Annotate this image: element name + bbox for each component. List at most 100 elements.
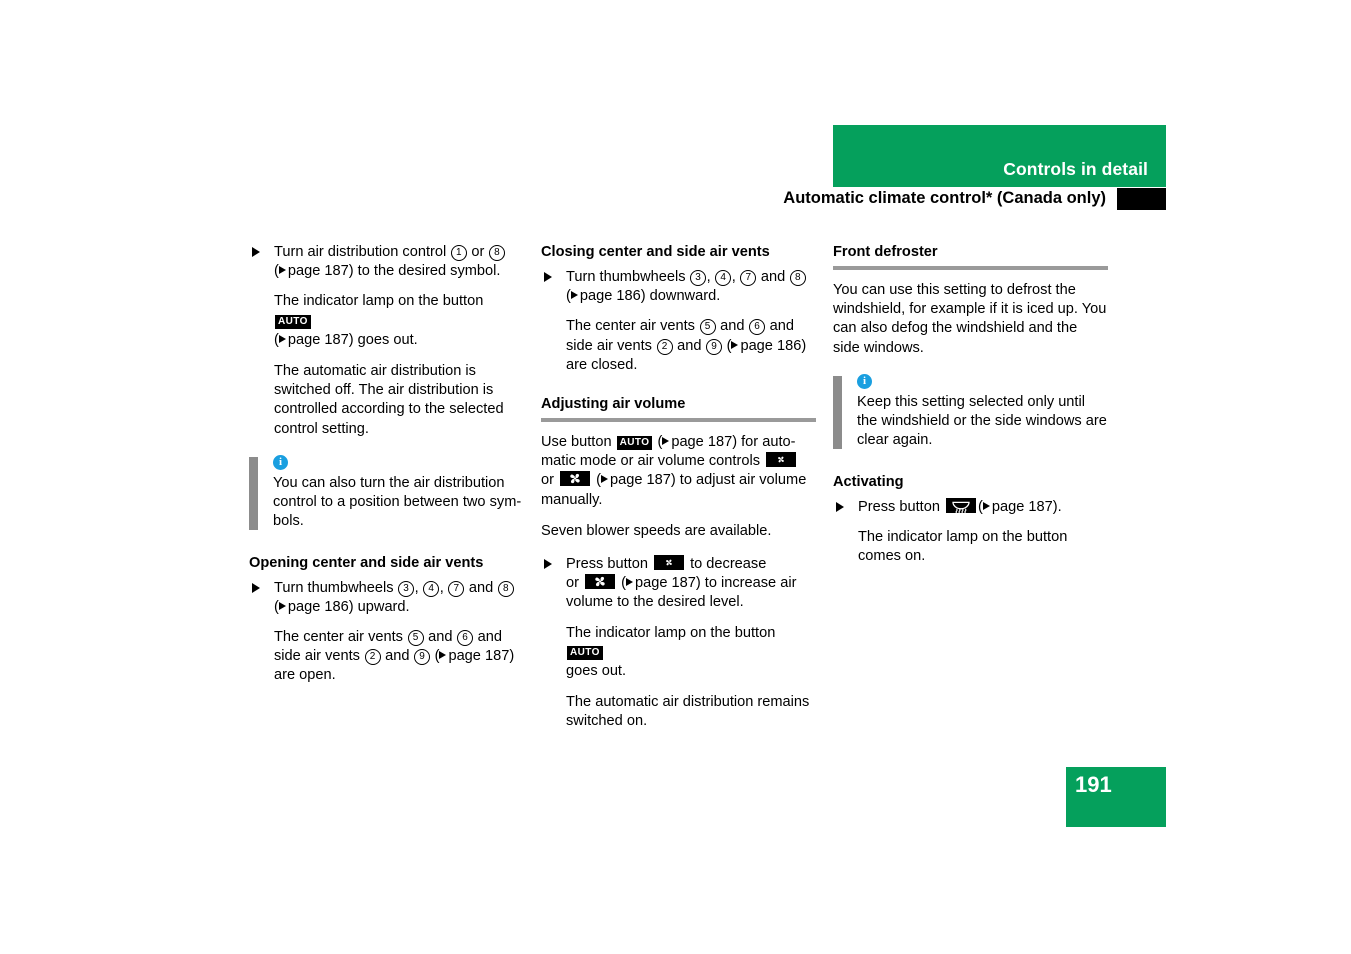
triangle-right-icon bbox=[570, 291, 578, 300]
triangle-bullet-icon bbox=[252, 247, 260, 257]
heading-opening-vents: Opening center and side air vents bbox=[249, 554, 484, 571]
small-fan-icon bbox=[654, 555, 684, 571]
page-reference: page 187 bbox=[287, 331, 349, 348]
heading-front-defroster: Front defroster bbox=[833, 243, 1108, 270]
step-text-a: Turn thumbwheels bbox=[566, 269, 686, 285]
circled-number: 2 bbox=[364, 649, 381, 666]
circled-number: 2 bbox=[656, 338, 673, 355]
para-use-auto-button: Use button AUTO (page 187) for auto-mati… bbox=[541, 434, 807, 508]
page-reference: page 187 bbox=[991, 498, 1053, 515]
step-turn-air-distribution-control: Turn air distribution control 1 or 8 (pa… bbox=[249, 243, 524, 281]
para-text-a: Use button bbox=[541, 434, 612, 451]
large-fan-icon bbox=[560, 471, 591, 487]
column-2: Closing center and side air vents Turn t… bbox=[541, 243, 816, 732]
circled-number: 4 bbox=[423, 580, 440, 597]
chapter-banner-label: Controls in detail bbox=[1003, 159, 1148, 179]
result-lamp-comes-on: The indicator lamp on the button comes o… bbox=[858, 528, 1068, 565]
result-and-1: and bbox=[428, 629, 453, 646]
result-text-a: The center air vents bbox=[274, 629, 403, 646]
info-text: You can also turn the air distribution c… bbox=[273, 475, 522, 530]
triangle-bullet-icon bbox=[252, 582, 260, 593]
circled-number: 3 bbox=[398, 580, 415, 597]
result-and-2: and bbox=[677, 337, 702, 354]
page-reference: page 187 bbox=[448, 648, 510, 665]
windshield-defroster-icon bbox=[946, 497, 976, 513]
page-reference: page 186 bbox=[579, 288, 641, 305]
circled-number: 7 bbox=[740, 270, 757, 286]
info-bar bbox=[833, 375, 842, 449]
step-turn-thumbwheels-upward: Turn thumbwheels 3, 4, 7 and 8 (page 186… bbox=[249, 579, 524, 617]
circled-number: 8 bbox=[497, 580, 514, 597]
result-and-1: and bbox=[720, 318, 745, 335]
result-text-b: goes out. bbox=[357, 331, 418, 348]
chapter-banner: Controls in detail bbox=[833, 125, 1166, 187]
info-text: Keep this setting selected only until th… bbox=[857, 394, 1107, 449]
step-text-a: Press button bbox=[566, 556, 648, 573]
result-and-2: and bbox=[385, 648, 410, 665]
step-or: or bbox=[471, 244, 485, 260]
page-reference: page 187 bbox=[287, 263, 349, 280]
step-text-c: or bbox=[566, 575, 579, 592]
step-text-a: Press button bbox=[858, 498, 940, 515]
info-icon: i bbox=[273, 454, 288, 470]
para-blower-speeds: Seven blower speeds are available. bbox=[541, 522, 772, 539]
para-text-c: or bbox=[541, 472, 554, 489]
step-text-a: Turn air distribution control bbox=[274, 244, 447, 260]
info-bar bbox=[249, 456, 258, 530]
thumb-index-tab bbox=[1117, 188, 1166, 210]
triangle-right-icon bbox=[278, 266, 286, 275]
heading-activating: Activating bbox=[833, 473, 904, 490]
manual-page: Controls in detail Automatic climate con… bbox=[0, 0, 1351, 954]
para-defroster-description: You can use this setting to defrost the … bbox=[833, 282, 1107, 356]
info-note-defroster: i Keep this setting selected only until … bbox=[833, 373, 1108, 451]
step-and: and bbox=[468, 579, 494, 596]
step-text-a: Turn thumbwheels bbox=[274, 579, 394, 596]
result-auto-distribution-remains-on: The automatic air distribution remains s… bbox=[566, 694, 810, 730]
result-auto-distribution-off: The automatic air distribution is switch… bbox=[274, 363, 504, 437]
step-text-b: to the desired symbol. bbox=[357, 263, 501, 280]
page-number: 191 bbox=[1075, 772, 1112, 797]
page-number-box: 191 bbox=[1066, 767, 1166, 827]
large-fan-icon bbox=[585, 574, 616, 590]
triangle-right-icon bbox=[439, 651, 447, 660]
triangle-right-icon bbox=[662, 437, 670, 446]
info-note-air-distribution: i You can also turn the air distribution… bbox=[249, 454, 524, 532]
step-press-blower-buttons: Press button to decrease or (page 187) … bbox=[541, 555, 816, 613]
column-3: Front defroster You can use this setting… bbox=[833, 243, 1108, 566]
circled-number: 7 bbox=[448, 580, 465, 597]
triangle-right-icon bbox=[625, 578, 633, 587]
result-vents-closed: The center air vents 5 and 6 and side ai… bbox=[566, 318, 807, 373]
triangle-right-icon bbox=[600, 475, 608, 484]
triangle-right-icon bbox=[278, 601, 286, 610]
circled-number: 8 bbox=[488, 245, 505, 261]
result-text-a: The indicator lamp on the button bbox=[566, 624, 776, 641]
circled-number: 3 bbox=[690, 270, 707, 286]
step-press-defroster-button: Press button (page 187). bbox=[833, 497, 1108, 517]
step-text-b: downward. bbox=[649, 288, 721, 305]
triangle-bullet-icon bbox=[836, 501, 844, 512]
page-reference: page 186 bbox=[287, 598, 349, 615]
triangle-right-icon bbox=[731, 340, 739, 349]
circled-number: 6 bbox=[749, 319, 766, 336]
result-text-c: are open. bbox=[274, 667, 336, 684]
step-and: and bbox=[760, 269, 786, 285]
result-text-a: The indicator lamp on the button bbox=[274, 293, 484, 310]
circled-number: 4 bbox=[715, 270, 732, 286]
info-icon: i bbox=[857, 373, 872, 389]
page-reference: page 187 bbox=[671, 434, 733, 451]
circled-number: 9 bbox=[706, 338, 723, 355]
step-text-b: . bbox=[1057, 498, 1062, 515]
step-turn-thumbwheels-downward: Turn thumbwheels 3, 4, 7 and 8 (page 186… bbox=[541, 268, 816, 306]
circled-number: 6 bbox=[457, 630, 474, 647]
triangle-bullet-icon bbox=[544, 559, 552, 570]
step-text-b: to decrease bbox=[690, 556, 767, 573]
heading-closing-vents: Closing center and side air vents bbox=[541, 244, 770, 260]
circled-number: 5 bbox=[699, 319, 716, 336]
circled-number: 5 bbox=[407, 630, 424, 647]
triangle-bullet-icon bbox=[544, 272, 552, 282]
triangle-right-icon bbox=[982, 501, 990, 510]
page-title: Automatic climate control* (Canada only) bbox=[783, 189, 1106, 207]
small-fan-icon bbox=[766, 452, 797, 468]
result-text-c: are closed. bbox=[566, 356, 638, 373]
circled-number: 9 bbox=[414, 649, 431, 666]
